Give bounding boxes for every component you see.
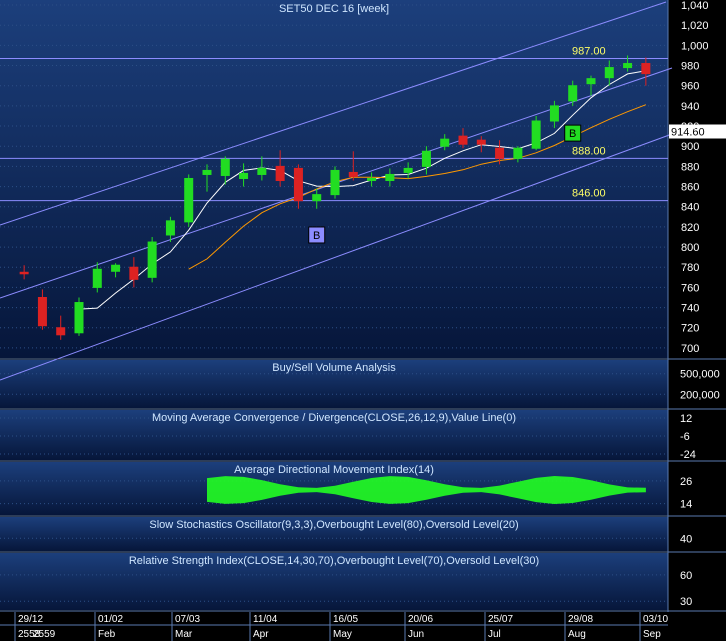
chart-title: SET50 DEC 16 [week] bbox=[279, 3, 389, 15]
indicator-tick-label: 26 bbox=[680, 476, 692, 488]
candle-body bbox=[495, 147, 505, 159]
month-tick-label: May bbox=[333, 629, 352, 640]
indicator-tick-label: 12 bbox=[680, 413, 692, 425]
month-tick-label: Mar bbox=[175, 629, 193, 640]
price-tick-label: 700 bbox=[681, 343, 699, 355]
price-tick-label: 820 bbox=[681, 222, 699, 234]
date-tick-label: 29/08 bbox=[568, 614, 593, 625]
price-tick-label: 980 bbox=[681, 61, 699, 73]
candle-body bbox=[312, 194, 322, 202]
price-tick-label: 960 bbox=[681, 81, 699, 93]
panel-backgrounds bbox=[0, 0, 726, 641]
candle-body bbox=[458, 135, 468, 145]
indicator-tick-label: 500,000 bbox=[680, 369, 720, 381]
candle-body bbox=[531, 120, 541, 149]
candle-body bbox=[184, 177, 194, 223]
price-tick-label: 860 bbox=[681, 182, 699, 194]
candle-body bbox=[165, 220, 175, 236]
candle-body bbox=[421, 150, 431, 167]
indicator-title: Relative Strength Index(CLOSE,14,30,70),… bbox=[129, 555, 539, 567]
date-tick-label: 11/04 bbox=[253, 614, 278, 625]
indicator-tick-label: 60 bbox=[680, 570, 692, 582]
price-tick-label: 720 bbox=[681, 323, 699, 335]
candle-body bbox=[476, 139, 486, 145]
candle-body bbox=[257, 167, 267, 175]
candle-body bbox=[330, 169, 340, 196]
candle-body bbox=[586, 78, 596, 85]
indicator-tick-label: 40 bbox=[680, 533, 692, 545]
candle-body bbox=[239, 172, 249, 179]
date-tick-label: 07/03 bbox=[175, 614, 200, 625]
candle bbox=[184, 174, 194, 227]
indicator-tick-label: 200,000 bbox=[680, 389, 720, 401]
candle bbox=[330, 166, 340, 199]
buy-signal-label: B bbox=[313, 230, 320, 242]
candle-body bbox=[37, 296, 47, 327]
candle-body bbox=[111, 264, 121, 272]
price-tick-label: 800 bbox=[681, 242, 699, 254]
month-tick-label: Apr bbox=[253, 629, 269, 640]
candle-body bbox=[348, 171, 358, 177]
indicator-tick-label: 14 bbox=[680, 499, 692, 511]
year-tick-label: 2558 bbox=[18, 629, 41, 640]
candle-body bbox=[129, 266, 139, 280]
candle bbox=[531, 115, 541, 151]
price-tick-label: 740 bbox=[681, 303, 699, 315]
level-label: 987.00 bbox=[572, 45, 606, 57]
level-label: 846.00 bbox=[572, 188, 606, 200]
price-tick-label: 760 bbox=[681, 282, 699, 294]
indicator-title: Buy/Sell Volume Analysis bbox=[272, 362, 396, 374]
candle-body bbox=[74, 302, 84, 334]
price-tick-label: 940 bbox=[681, 101, 699, 113]
candle-body bbox=[19, 271, 29, 275]
indicator-title: Average Directional Movement Index(14) bbox=[234, 464, 434, 476]
price-tick-label: 1,020 bbox=[681, 20, 709, 32]
candle bbox=[74, 297, 84, 336]
buy-signal-label: B bbox=[569, 128, 576, 140]
price-tick-label: 1,000 bbox=[681, 40, 709, 52]
candle-body bbox=[549, 105, 559, 122]
date-tick-label: 20/06 bbox=[408, 614, 433, 625]
level-label: 888.00 bbox=[572, 145, 606, 157]
indicator-tick-label: 30 bbox=[680, 596, 692, 608]
price-tick-label: 1,040 bbox=[681, 0, 709, 12]
candle-body bbox=[604, 67, 614, 79]
candle-body bbox=[56, 327, 66, 336]
date-tick-label: 16/05 bbox=[333, 614, 358, 625]
candle-body bbox=[641, 63, 651, 75]
date-tick-label: 25/07 bbox=[488, 614, 513, 625]
date-tick-label: 29/12 bbox=[18, 614, 43, 625]
candle-body bbox=[92, 268, 102, 288]
month-tick-label: Feb bbox=[98, 629, 116, 640]
stock-chart: BB 914.60 7007207407607808008208408608809… bbox=[0, 0, 726, 641]
candle-body bbox=[293, 167, 303, 202]
price-tick-label: 780 bbox=[681, 262, 699, 274]
date-tick-label: 03/10 bbox=[643, 614, 668, 625]
candle-body bbox=[623, 63, 633, 69]
candle-body bbox=[147, 241, 157, 278]
candle-body bbox=[220, 158, 230, 176]
price-tick-label: 900 bbox=[681, 141, 699, 153]
candle-body bbox=[513, 147, 523, 159]
candle-body bbox=[275, 165, 285, 182]
month-tick-label: Sep bbox=[643, 629, 661, 640]
candle-body bbox=[440, 138, 450, 147]
month-tick-label: Jul bbox=[488, 629, 501, 640]
indicator-title: Slow Stochastics Oscillator(9,3,3),Overb… bbox=[149, 519, 518, 531]
candle-body bbox=[385, 173, 395, 182]
price-tick-label: 880 bbox=[681, 161, 699, 173]
candle bbox=[147, 236, 157, 283]
indicator-title: Moving Average Convergence / Divergence(… bbox=[152, 412, 516, 424]
candle-body bbox=[403, 167, 413, 173]
date-tick-label: 01/02 bbox=[98, 614, 123, 625]
candle-body bbox=[568, 85, 578, 102]
candle-body bbox=[367, 177, 377, 182]
indicator-tick-label: -24 bbox=[680, 449, 696, 461]
price-tick-label: 920 bbox=[681, 121, 699, 133]
candle-body bbox=[202, 169, 212, 175]
month-tick-label: Aug bbox=[568, 629, 586, 640]
month-tick-label: Jun bbox=[408, 629, 424, 640]
price-tick-label: 840 bbox=[681, 202, 699, 214]
indicator-tick-label: -6 bbox=[680, 431, 690, 443]
